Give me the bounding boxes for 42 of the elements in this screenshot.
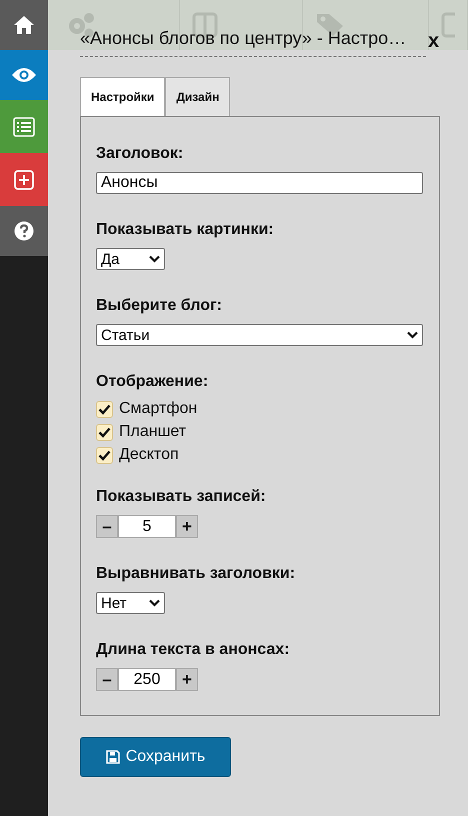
save-button[interactable]: Сохранить [80,737,231,777]
tab[interactable]: Настройки [80,77,166,116]
number-field[interactable]: 5 [118,515,176,538]
dialog-title: «Анонсы блогов по центру» - Настро… [80,26,426,57]
sidebar-button[interactable] [0,100,48,153]
field-label: Длина текста в анонсах: [96,641,291,659]
decrement-button[interactable]: – [96,668,118,691]
chevron-icon [149,255,160,263]
sidebar-button[interactable] [0,0,48,50]
device-icon [441,12,455,38]
text-field[interactable]: Анонсы [96,172,423,194]
sidebar-button[interactable] [0,50,48,100]
plus-icon [14,170,34,190]
dropdown[interactable]: Нет [96,592,165,614]
checkbox-option[interactable]: Планшет [96,423,423,441]
checkbox[interactable] [96,424,113,440]
field-label: Выравнивать заголовки: [96,565,296,583]
field-label: Показывать записей: [96,488,267,506]
increment-button[interactable]: + [176,668,198,691]
checkbox[interactable] [96,446,113,464]
eye-icon [11,67,37,83]
dropdown[interactable]: Статьи [96,324,423,346]
home-icon [13,15,35,35]
field-label: Заголовок: [96,145,184,163]
field-label: Выберите блог: [96,297,223,315]
sidebar-button[interactable] [0,153,48,206]
increment-button[interactable]: + [176,515,198,538]
checkbox-option[interactable]: Десктоп [96,446,423,464]
help-icon [14,221,34,241]
chevron-icon [149,599,160,607]
dropdown[interactable]: Да [96,248,165,270]
list-icon [13,116,35,136]
checkbox-option[interactable]: Смартфон [96,400,423,418]
chevron-icon [407,331,418,339]
field-label: Показывать картинки: [96,221,275,239]
sidebar-button[interactable] [0,206,48,256]
checkbox[interactable] [96,400,113,418]
tab[interactable]: Дизайн [165,77,230,116]
field-label: Отображение: [96,373,210,391]
decrement-button[interactable]: – [96,515,118,538]
number-field[interactable]: 250 [118,668,176,691]
close-button[interactable]: x [426,30,440,53]
